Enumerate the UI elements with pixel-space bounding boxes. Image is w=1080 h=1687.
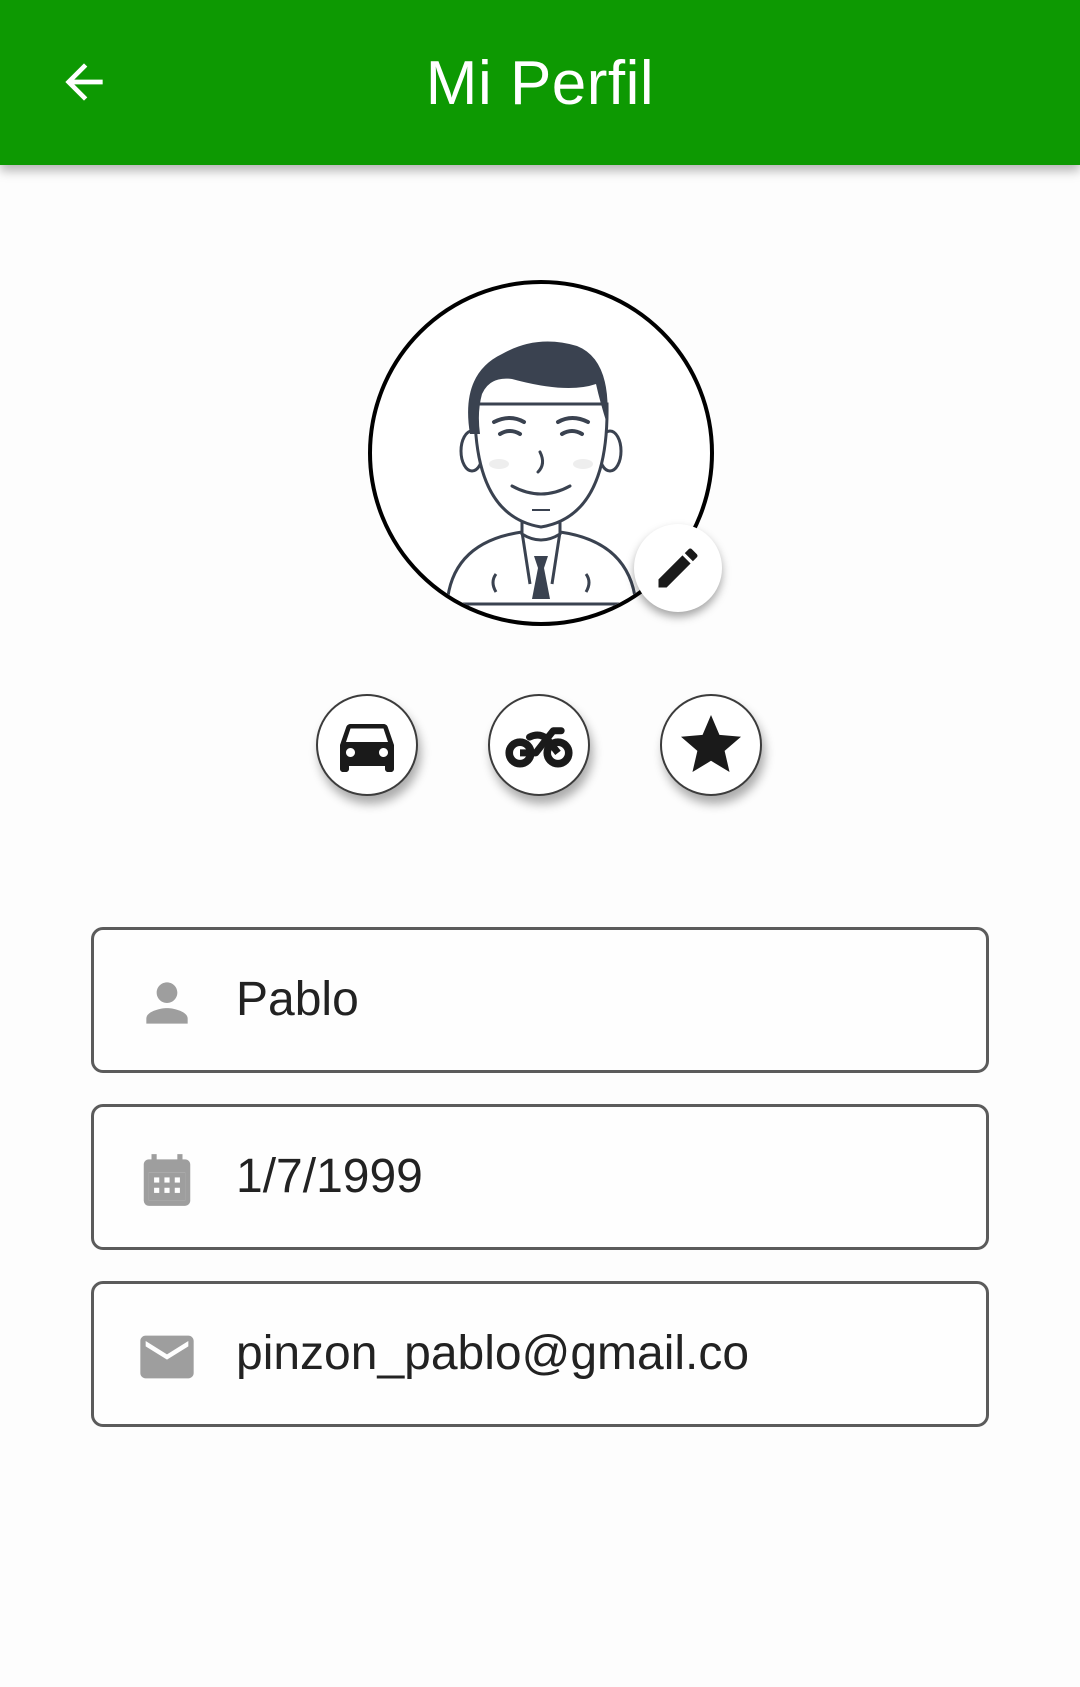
- motorcycle-icon: [505, 727, 573, 768]
- mail-icon: [140, 1335, 194, 1379]
- app-bar: Mi Perfil: [0, 0, 1080, 165]
- star-icon: [681, 715, 741, 772]
- calendar-icon-wrap: [134, 1147, 200, 1213]
- star-button[interactable]: [660, 694, 762, 796]
- email-field[interactable]: pinzon_pablo@gmail.co: [91, 1281, 989, 1427]
- name-field[interactable]: Pablo: [91, 927, 989, 1073]
- person-icon-wrap: [134, 970, 200, 1036]
- birthdate-value: 1/7/1999: [236, 1150, 423, 1203]
- profile-screen: Mi Perfil Pablo 1/7/1999 pinzon_pablo@gm…: [0, 0, 1080, 1687]
- avatar-container: [368, 280, 722, 626]
- birthdate-field[interactable]: 1/7/1999: [91, 1104, 989, 1250]
- car-button[interactable]: [316, 694, 418, 796]
- page-title: Mi Perfil: [425, 49, 655, 118]
- calendar-icon: [143, 1154, 191, 1206]
- motorcycle-button[interactable]: [488, 694, 590, 796]
- vehicle-category-row: [0, 694, 1080, 804]
- pencil-icon: [658, 548, 698, 588]
- person-icon: [146, 982, 188, 1024]
- car-icon: [340, 724, 394, 772]
- edit-avatar-button[interactable]: [634, 524, 722, 612]
- mail-icon-wrap: [134, 1324, 200, 1390]
- email-value: pinzon_pablo@gmail.co: [236, 1327, 750, 1380]
- name-value: Pablo: [236, 973, 359, 1026]
